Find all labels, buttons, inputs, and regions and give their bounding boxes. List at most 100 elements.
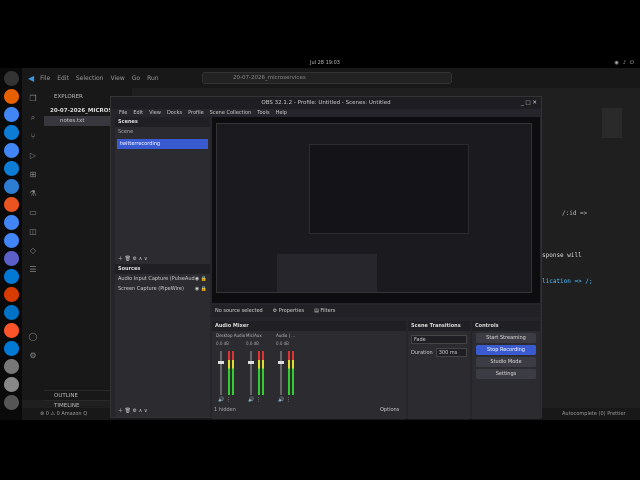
obs-menu-scene-collection[interactable]: Scene Collection: [210, 109, 252, 117]
window-controls[interactable]: _ □ ✕: [521, 97, 537, 109]
edge-icon[interactable]: [3, 125, 19, 140]
volume-fader[interactable]: [220, 351, 222, 395]
vscode-icon[interactable]: [3, 269, 19, 284]
trash-icon[interactable]: [3, 377, 19, 392]
transitions-title: Scene Transitions: [408, 321, 470, 331]
mixer-db: 0.0 dB: [246, 341, 259, 346]
activity-bar: ❐ ⌕ ⑂ ▷ ⊞ ⚗ ▭ ◫ ◇ ☰ ◯ ⚙: [22, 88, 44, 400]
app-store-icon[interactable]: [3, 197, 19, 212]
run-debug-icon[interactable]: ▷: [28, 151, 38, 161]
chrome-icon[interactable]: [3, 107, 19, 122]
scene-item[interactable]: twitterrecording: [117, 139, 208, 149]
chrome-icon[interactable]: [3, 233, 19, 248]
teams-icon[interactable]: [3, 251, 19, 266]
obs-menu-edit[interactable]: Edit: [133, 109, 143, 117]
files-icon[interactable]: [3, 179, 19, 194]
menu-selection[interactable]: Selection: [76, 75, 104, 82]
stop-recording-button[interactable]: Stop Recording: [476, 345, 536, 355]
settings-icon[interactable]: [3, 359, 19, 374]
obs-menu-view[interactable]: View: [149, 109, 161, 117]
fader-knob[interactable]: [218, 361, 224, 364]
amazon-q-icon[interactable]: ◇: [28, 246, 38, 256]
volume-fader[interactable]: [280, 351, 282, 395]
settings-button[interactable]: Settings: [476, 369, 536, 379]
source-toolbar[interactable]: ＋ 🗑 ⚙ ∧ ∨: [118, 407, 148, 414]
obs-title: OBS 32.1.2 - Profile: Untitled - Scenes:…: [261, 100, 391, 106]
scenes-title: Scenes: [115, 117, 210, 127]
mute-icon[interactable]: 🔊 ⋮: [218, 397, 231, 403]
clock[interactable]: Jul 28 19:03: [310, 58, 340, 68]
mute-icon[interactable]: 🔊 ⋮: [248, 397, 261, 403]
source-item[interactable]: Audio Input Capture (PulseAud ◉ 🔒: [115, 274, 210, 284]
status-right[interactable]: Autocomplete (0) Prettier: [562, 408, 626, 420]
ubuntu-icon[interactable]: [3, 71, 19, 86]
mixer-channel-label: Audio | ...: [276, 333, 296, 338]
status-problems[interactable]: ⊗ 0 ⚠ 0 Amazon Q: [40, 408, 87, 420]
source-item[interactable]: Screen Capture (PipeWire) ◉ 🔒: [115, 284, 210, 294]
volume-icon[interactable]: ♪: [623, 58, 626, 68]
preview-screen-capture: [216, 123, 532, 293]
vscode-icon[interactable]: [3, 341, 19, 356]
audio-mixer-dock: Audio Mixer Desktop Audio 0.0 dB 🔊 ⋮ Mic/Au…: [212, 321, 406, 419]
properties-button[interactable]: ⚙ Properties: [273, 305, 304, 317]
edge-icon[interactable]: [3, 161, 19, 176]
account-icon[interactable]: ◯: [28, 332, 38, 342]
fader-knob[interactable]: [278, 361, 284, 364]
scene-transitions-dock: Scene Transitions Fade Duration 300 ms: [408, 321, 470, 419]
outlook-icon[interactable]: [3, 305, 19, 320]
minimap[interactable]: [602, 108, 622, 138]
docker-icon[interactable]: ◫: [28, 227, 38, 237]
menu-run[interactable]: Run: [147, 75, 159, 82]
mixer-db: 0.0 dB: [276, 341, 289, 346]
menu-edit[interactable]: Edit: [57, 75, 69, 82]
system-topbar: Jul 28 19:03 ◉ ♪ ⏻: [0, 58, 640, 68]
extensions-icon[interactable]: ⊞: [28, 170, 38, 180]
menu-go[interactable]: Go: [132, 75, 140, 82]
volume-meter: [262, 351, 264, 395]
test-icon[interactable]: ⚗: [28, 189, 38, 199]
scenes-dock: Scenes Scene twitterrecording ＋ 🗑 ⚙ ∧ ∨ …: [115, 117, 210, 417]
visibility-icon: ◉ 🔒: [194, 276, 207, 282]
obs-menu-help[interactable]: Help: [276, 109, 287, 117]
mixer-channel-label: Desktop Audio: [216, 333, 246, 338]
office-icon[interactable]: [3, 287, 19, 302]
mute-icon[interactable]: 🔊 ⋮: [278, 397, 291, 403]
mixer-channel-label: Mic/Aux: [246, 333, 262, 338]
obs-menu-docks[interactable]: Docks: [167, 109, 182, 117]
apps-icon[interactable]: [3, 395, 19, 410]
filters-button[interactable]: ▤ Filters: [314, 305, 335, 317]
code-line: sponse will: [542, 252, 582, 259]
mixer-options-button[interactable]: Options: [380, 407, 399, 413]
obs-menu-file[interactable]: File: [119, 109, 127, 117]
menu-file[interactable]: File: [40, 75, 50, 82]
studio-mode-button[interactable]: Studio Mode: [476, 357, 536, 367]
controls-title: Controls: [472, 321, 540, 331]
menu-view[interactable]: View: [110, 75, 124, 82]
source-control-icon[interactable]: ⑂: [28, 132, 38, 142]
power-icon[interactable]: ⏻: [630, 58, 634, 68]
search-icon[interactable]: ⌕: [28, 113, 38, 123]
firefox-icon[interactable]: [3, 89, 19, 104]
volume-fader[interactable]: [250, 351, 252, 395]
mixer-db: 0.0 dB: [216, 341, 229, 346]
fader-knob[interactable]: [248, 361, 254, 364]
command-center[interactable]: 20-07-2026_microservices: [202, 72, 452, 84]
chat-icon[interactable]: ☰: [28, 265, 38, 275]
volume-meter: [292, 351, 294, 395]
transition-select[interactable]: Fade: [411, 335, 467, 344]
network-icon[interactable]: ◉: [614, 58, 618, 68]
files-icon[interactable]: ❐: [28, 94, 38, 104]
obs-window: OBS 32.1.2 - Profile: Untitled - Scenes:…: [110, 96, 542, 419]
chrome-icon[interactable]: [3, 215, 19, 230]
manage-gear-icon[interactable]: ⚙: [28, 351, 38, 361]
no-source-label: No source selected: [215, 308, 263, 314]
obs-menu-tools[interactable]: Tools: [257, 109, 269, 117]
scene-toolbar[interactable]: ＋ 🗑 ⚙ ∧ ∨: [118, 255, 148, 262]
duration-input[interactable]: 300 ms: [435, 348, 467, 357]
brave-icon[interactable]: [3, 323, 19, 338]
chrome-icon[interactable]: [3, 143, 19, 158]
remote-icon[interactable]: ▭: [28, 208, 38, 218]
obs-menu-profile[interactable]: Profile: [188, 109, 204, 117]
obs-preview[interactable]: [212, 117, 540, 303]
start-streaming-button[interactable]: Start Streaming: [476, 333, 536, 343]
